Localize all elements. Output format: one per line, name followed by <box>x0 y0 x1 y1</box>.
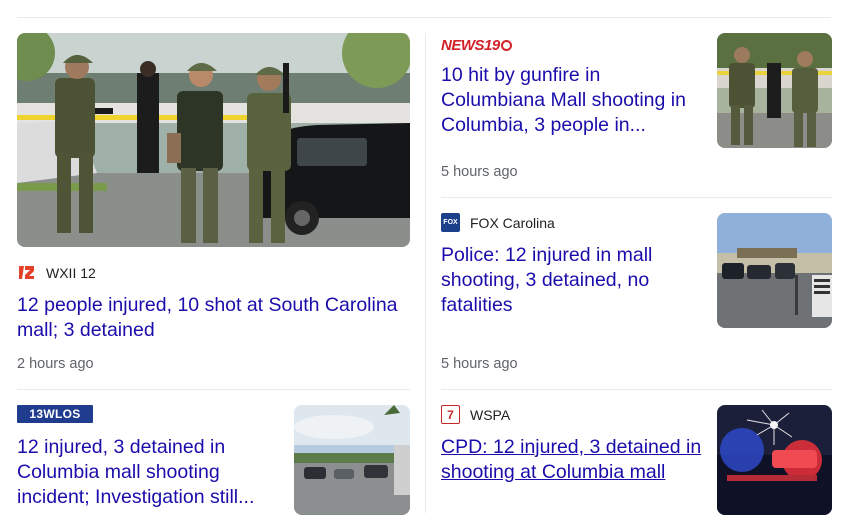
wspa-logo-mark: 7 <box>447 407 454 422</box>
wspa-image[interactable] <box>717 405 832 515</box>
police-vehicles-photo <box>717 213 832 328</box>
wspa-logo-icon: 7 <box>441 405 460 424</box>
fox-image[interactable] <box>717 213 832 328</box>
feature-time: 2 hours ago <box>17 356 94 372</box>
feature-source-name: WXII 12 <box>46 264 96 281</box>
news19-image[interactable] <box>717 33 832 148</box>
wlos-image[interactable] <box>294 405 410 515</box>
wspa-source: 7 WSPA <box>441 405 510 424</box>
feature-headline[interactable]: 12 people injured, 10 shot at South Caro… <box>17 293 410 343</box>
right-article-fox[interactable]: FOX FOX Carolina Police: 12 injured in m… <box>441 213 832 373</box>
news19-logo-text: NEWS19 <box>441 36 500 54</box>
fox-time: 5 hours ago <box>441 356 518 372</box>
wlos-logo-text: 13WLOS <box>29 407 81 421</box>
wspa-headline[interactable]: CPD: 12 injured, 3 detained in shooting … <box>441 435 703 485</box>
officers-photo <box>17 33 410 247</box>
fox-headline[interactable]: Police: 12 injured in mall shooting, 3 d… <box>441 243 703 318</box>
wlos-headline[interactable]: 12 injured, 3 detained in Columbia mall … <box>17 435 277 510</box>
police-lights-photo <box>717 405 832 515</box>
right-article-wspa[interactable]: 7 WSPA CPD: 12 injured, 3 detained in sh… <box>441 405 832 515</box>
parking-lot-photo <box>294 405 410 515</box>
right-row-divider-1 <box>441 197 832 198</box>
left-row-divider <box>17 389 410 390</box>
feature-image[interactable] <box>17 33 410 247</box>
wlos-logo-icon: 13WLOS <box>17 405 93 423</box>
right-article-news19[interactable]: NEWS19 10 hit by gunfire in Columbiana M… <box>441 33 832 183</box>
fox-logo-icon: FOX <box>441 213 460 232</box>
news19-time: 5 hours ago <box>441 164 518 180</box>
news19-logo-icon: NEWS19 <box>441 36 512 54</box>
fox-source: FOX FOX Carolina <box>441 213 555 232</box>
news19-logo-ring <box>500 39 512 51</box>
column-divider <box>425 33 426 513</box>
wspa-source-name: WSPA <box>470 406 511 423</box>
right-row-divider-2 <box>441 389 832 390</box>
fox-logo-mark: FOX <box>443 219 458 226</box>
left-article-wlos[interactable]: 13WLOS 12 injured, 3 detained in Columbi… <box>17 405 410 515</box>
wxii-logo-icon <box>17 263 36 282</box>
feature-article[interactable]: WXII 12 12 people injured, 10 shot at So… <box>17 33 410 373</box>
top-divider <box>17 17 831 18</box>
news19-headline[interactable]: 10 hit by gunfire in Columbiana Mall sho… <box>441 63 703 138</box>
feature-source: WXII 12 <box>17 263 96 282</box>
officers-outside-mall-photo <box>717 33 832 148</box>
fox-source-name: FOX Carolina <box>470 214 555 231</box>
